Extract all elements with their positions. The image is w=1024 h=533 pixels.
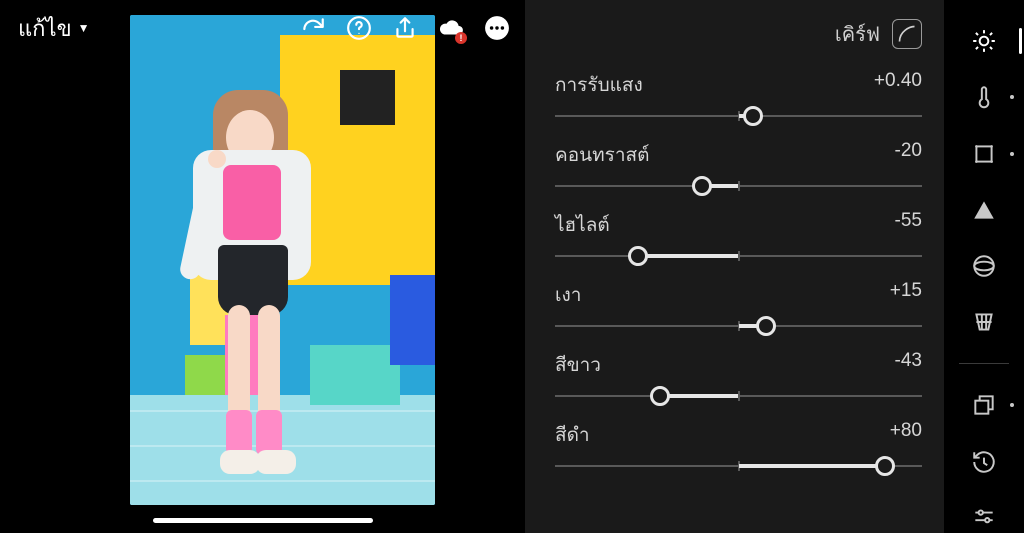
slider-value: +80 [890,420,922,450]
tool-optics[interactable] [964,251,1004,281]
slider-2: ไฮไลต์ -55 [555,210,922,268]
redo-icon [300,15,326,41]
share-button[interactable] [391,14,419,42]
redo-button[interactable] [299,14,327,42]
slider-value: +15 [890,280,922,310]
slider-thumb[interactable] [743,106,763,126]
tone-curve-button[interactable] [892,19,922,49]
panel-title: เคิร์ฟ [835,18,880,50]
slider-track[interactable] [555,244,922,268]
slider-value: -55 [895,210,922,240]
slider-thumb[interactable] [692,176,712,196]
image-preview-area: แก้ไข ▼ ! [0,0,525,533]
curve-icon [897,24,917,44]
help-icon [346,15,372,41]
tool-rail [944,0,1024,533]
slider-label: สีขาว [555,350,601,380]
slider-track[interactable] [555,384,922,408]
slider-thumb[interactable] [628,246,648,266]
slider-value: +0.40 [874,70,922,100]
slider-track[interactable] [555,174,922,198]
slider-label: ไฮไลต์ [555,210,610,240]
mode-dropdown[interactable]: แก้ไข ▼ [18,11,90,46]
tool-settings[interactable] [964,503,1004,533]
slider-track[interactable] [555,454,922,478]
help-button[interactable] [345,14,373,42]
slider-3: เงา +15 [555,280,922,338]
edited-photo[interactable] [130,15,435,505]
mode-title: แก้ไข [18,11,72,46]
slider-label: การรับแสง [555,70,643,100]
slider-thumb[interactable] [756,316,776,336]
tool-color[interactable] [964,82,1004,112]
sliders-icon [971,505,997,531]
crop-icon [971,141,997,167]
slider-5: สีดำ +80 [555,420,922,478]
perspective-icon [971,309,997,335]
tool-effects[interactable] [964,195,1004,225]
slider-value: -43 [895,350,922,380]
thermometer-icon [971,84,997,110]
slider-0: การรับแสง +0.40 [555,70,922,128]
share-icon [392,15,418,41]
triangle-icon [971,197,997,223]
slider-label: คอนทราสต์ [555,140,649,170]
slider-label: เงา [555,280,581,310]
tool-versions[interactable] [964,447,1004,477]
sun-icon [971,28,997,54]
stack-icon [971,392,997,418]
tool-presets[interactable] [964,390,1004,420]
rail-divider [959,363,1009,364]
slider-track[interactable] [555,104,922,128]
slider-thumb[interactable] [875,456,895,476]
chevron-down-icon: ▼ [78,21,90,35]
slider-track[interactable] [555,314,922,338]
cloud-sync-button[interactable]: ! [437,14,465,42]
slider-value: -20 [895,140,922,170]
history-icon [971,449,997,475]
more-button[interactable] [483,14,511,42]
slider-1: คอนทราสต์ -20 [555,140,922,198]
ellipsis-icon [484,15,510,41]
tool-geometry[interactable] [964,307,1004,337]
alert-badge-icon: ! [455,32,467,44]
home-indicator[interactable] [153,518,373,523]
slider-4: สีขาว -43 [555,350,922,408]
adjust-panel: เคิร์ฟ การรับแสง +0.40 คอนทราสต์ -20 ไฮไลต์ -… [525,0,944,533]
slider-thumb[interactable] [650,386,670,406]
lens-icon [971,253,997,279]
slider-label: สีดำ [555,420,590,450]
tool-light[interactable] [964,26,1004,56]
tool-crop[interactable] [964,138,1004,168]
